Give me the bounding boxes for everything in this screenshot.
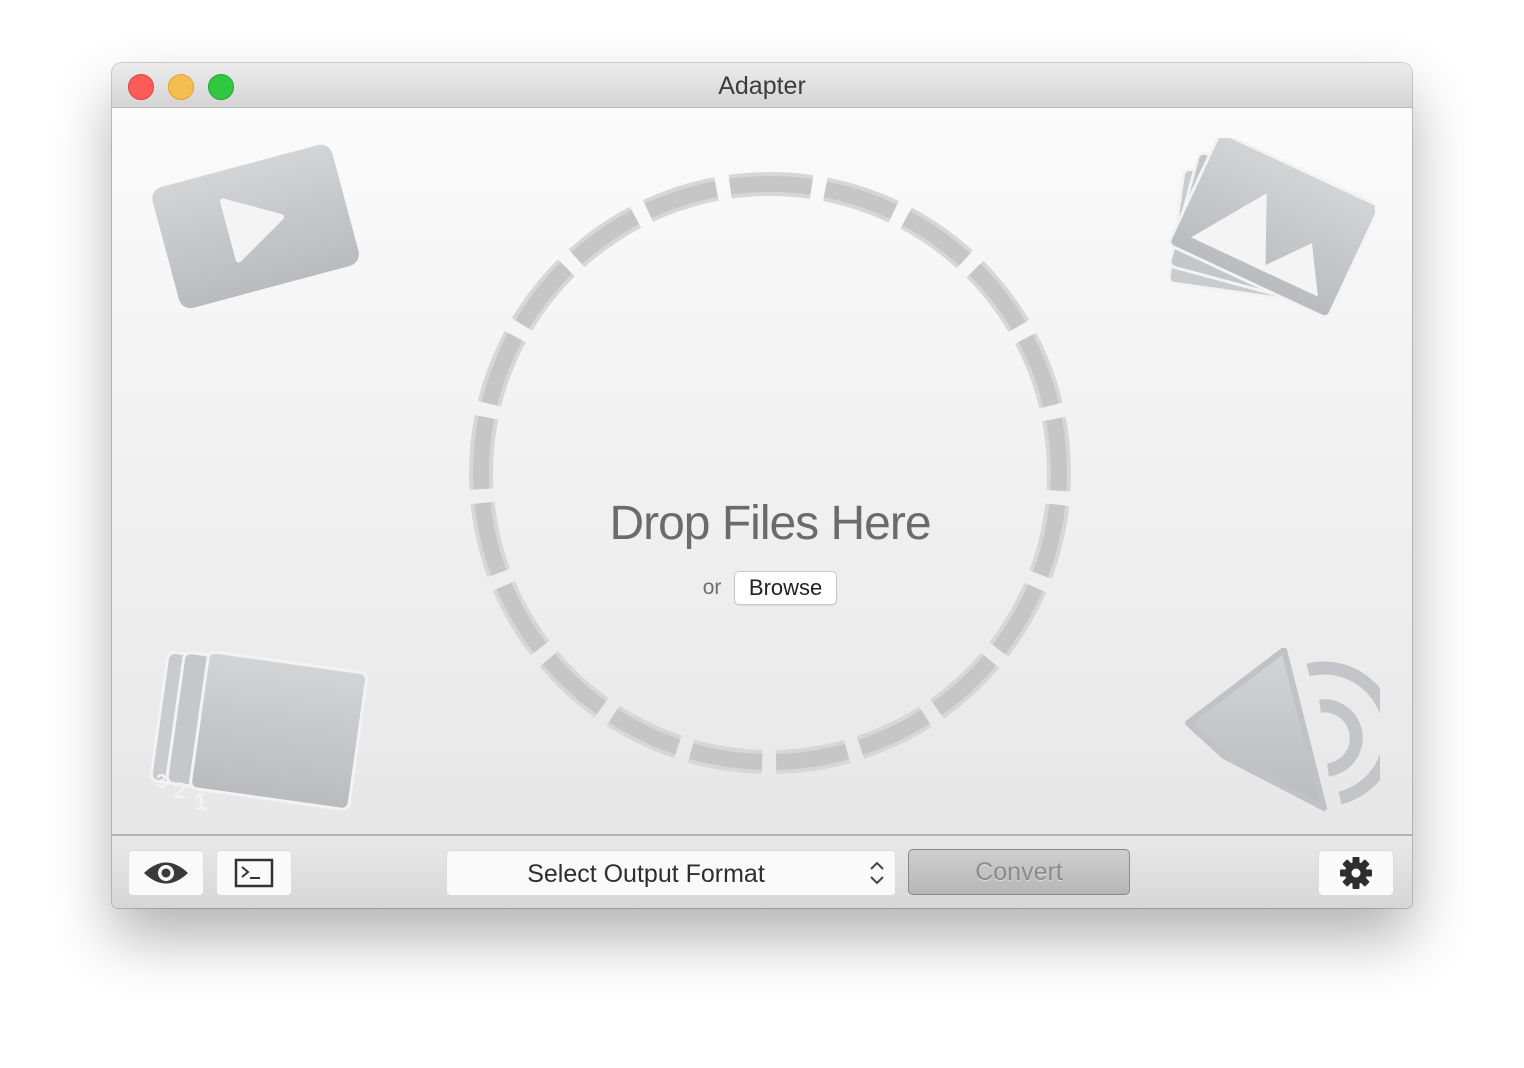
settings-button[interactable] bbox=[1318, 850, 1394, 896]
output-format-select[interactable]: Select Output Format bbox=[446, 850, 896, 896]
image-sequence-icon: 3 2 1 bbox=[149, 650, 369, 816]
output-format-label: Select Output Format bbox=[527, 860, 765, 888]
sequence-number-2: 2 bbox=[174, 778, 186, 803]
drop-zone[interactable]: Drop Files Here or Browse bbox=[467, 170, 1073, 776]
title-bar[interactable]: Adapter bbox=[112, 63, 1412, 108]
video-play-icon bbox=[152, 144, 359, 309]
convert-button[interactable]: Convert bbox=[908, 849, 1130, 895]
select-arrows-icon bbox=[870, 861, 884, 885]
eye-icon bbox=[144, 862, 188, 884]
bottom-toolbar: Select Output Format Convert bbox=[112, 834, 1412, 908]
drop-zone-ring bbox=[469, 172, 1071, 774]
app-window: Adapter 3 2 1 Drop Files Here or Browse … bbox=[112, 63, 1412, 908]
browse-row: or Browse bbox=[467, 571, 1073, 607]
drop-files-headline: Drop Files Here bbox=[609, 497, 931, 550]
terminal-icon bbox=[234, 858, 274, 888]
image-stack-icon bbox=[1167, 138, 1375, 319]
log-button[interactable] bbox=[216, 850, 292, 896]
window-title: Adapter bbox=[718, 72, 806, 100]
preview-button[interactable] bbox=[128, 850, 204, 896]
main-content: 3 2 1 Drop Files Here or Browse bbox=[112, 108, 1412, 834]
sequence-number-1: 1 bbox=[194, 789, 207, 816]
speaker-icon bbox=[1185, 648, 1380, 811]
gear-icon bbox=[1340, 857, 1372, 889]
sequence-number-3: 3 bbox=[156, 771, 167, 793]
or-label: or bbox=[702, 576, 722, 599]
browse-button[interactable]: Browse bbox=[733, 571, 838, 605]
